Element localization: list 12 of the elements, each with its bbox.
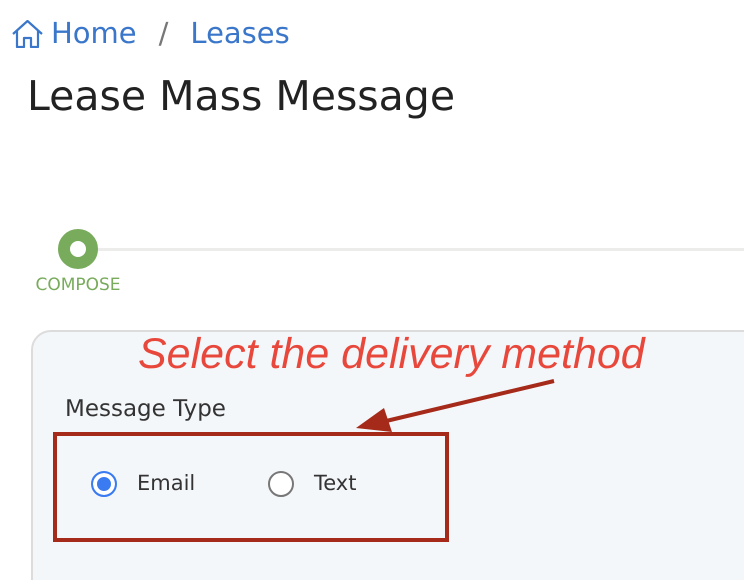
annotation-text: Select the delivery method [138,330,645,380]
breadcrumb-link[interactable]: Home [12,18,137,50]
field-label: Message Type [65,396,226,424]
radio-label[interactable]: Text [314,468,356,500]
radio-label[interactable]: Email [137,468,196,500]
step-label: COMPOSE [35,275,121,296]
page-title: Lease Mass Message [27,72,456,122]
home-icon [12,20,43,48]
radio-button[interactable] [91,470,117,497]
radio-button[interactable] [268,470,294,497]
breadcrumb-link[interactable]: Leases [190,18,290,50]
breadcrumb-separator: / [158,18,168,50]
